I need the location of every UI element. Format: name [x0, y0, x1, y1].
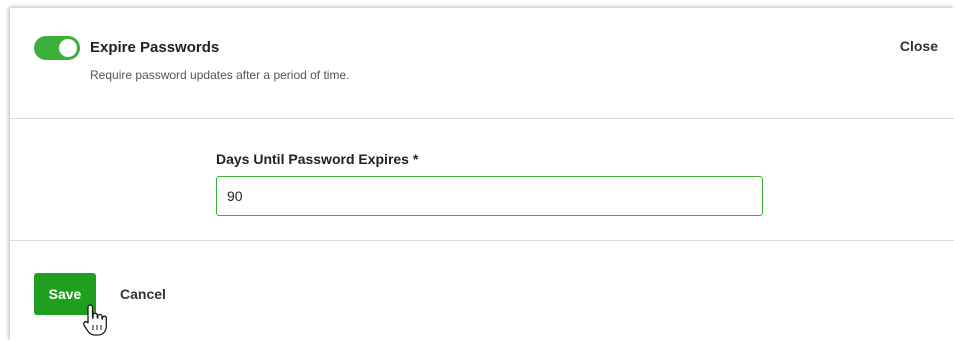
- close-button[interactable]: Close: [900, 38, 938, 54]
- days-until-expires-input[interactable]: [216, 176, 763, 216]
- settings-body: Days Until Password Expires *: [10, 118, 954, 241]
- expire-passwords-panel: Expire Passwords Require password update…: [10, 8, 954, 340]
- hand-pointer-icon: [83, 304, 107, 336]
- panel-footer: Save Cancel: [10, 241, 954, 340]
- setting-description: Require password updates after a period …: [90, 68, 350, 82]
- toggle-knob: [59, 39, 77, 57]
- setting-title: Expire Passwords: [90, 39, 220, 56]
- days-until-expires-label: Days Until Password Expires *: [216, 151, 419, 167]
- expire-passwords-toggle[interactable]: [34, 36, 80, 60]
- cancel-button[interactable]: Cancel: [120, 273, 166, 315]
- panel-header: Expire Passwords Require password update…: [10, 8, 954, 119]
